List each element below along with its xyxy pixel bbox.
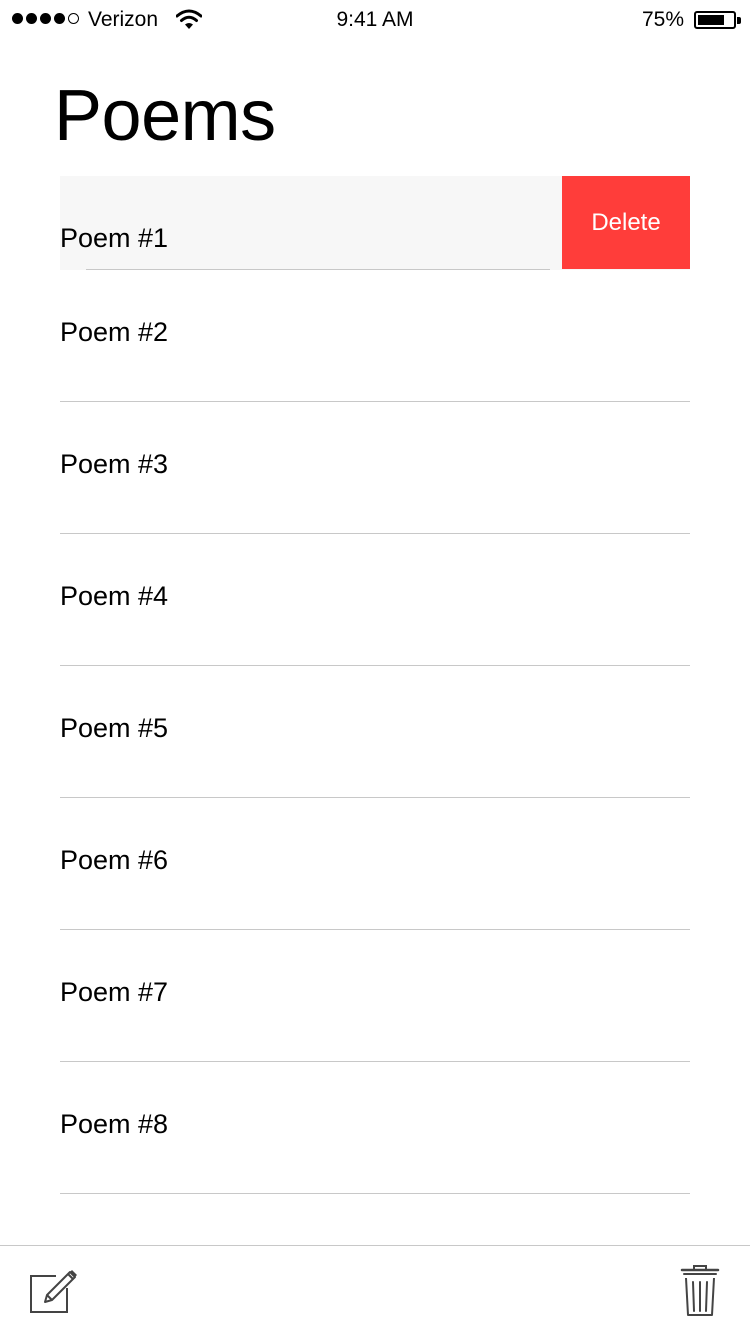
trash-button[interactable] [680, 1264, 720, 1318]
list-item[interactable]: Poem #4 [60, 534, 690, 666]
status-time: 9:41 AM [336, 8, 414, 31]
list-item[interactable]: Poem #8 [60, 1062, 690, 1194]
battery-fill [698, 15, 724, 25]
list-item-label: Poem #4 [60, 581, 169, 611]
poem-list: Poem #1 Delete Poem #2 Poem #3 Poem #4 P… [60, 176, 690, 1194]
list-item-label: Poem #5 [60, 713, 169, 743]
delete-button[interactable]: Delete [562, 176, 690, 269]
list-item[interactable]: Poem #3 [60, 402, 690, 534]
bottom-toolbar [0, 1245, 750, 1334]
list-item-label: Poem #2 [60, 317, 169, 347]
list-item-label: Poem #6 [60, 845, 169, 875]
page-title: Poems [54, 76, 276, 156]
list-item-label: Poem #1 [60, 223, 169, 253]
list-item-label: Poem #7 [60, 977, 169, 1007]
compose-icon [30, 1270, 77, 1313]
battery-percent: 75% [641, 8, 684, 31]
list-item[interactable]: Poem #7 [60, 930, 690, 1062]
battery-icon [694, 11, 736, 29]
list-item-label: Poem #3 [60, 449, 169, 479]
list-item[interactable]: Poem #6 [60, 798, 690, 930]
trash-icon [680, 1265, 720, 1316]
list-item-label: Poem #8 [60, 1109, 169, 1139]
status-bar: Verizon 9:41 AM 75% [0, 0, 750, 40]
list-item[interactable]: Poem #5 [60, 666, 690, 798]
list-item[interactable]: Poem #2 [60, 270, 690, 402]
list-item-swiped[interactable]: Poem #1 Delete [60, 176, 690, 270]
compose-button[interactable] [28, 1264, 80, 1316]
battery-tip [737, 17, 741, 24]
